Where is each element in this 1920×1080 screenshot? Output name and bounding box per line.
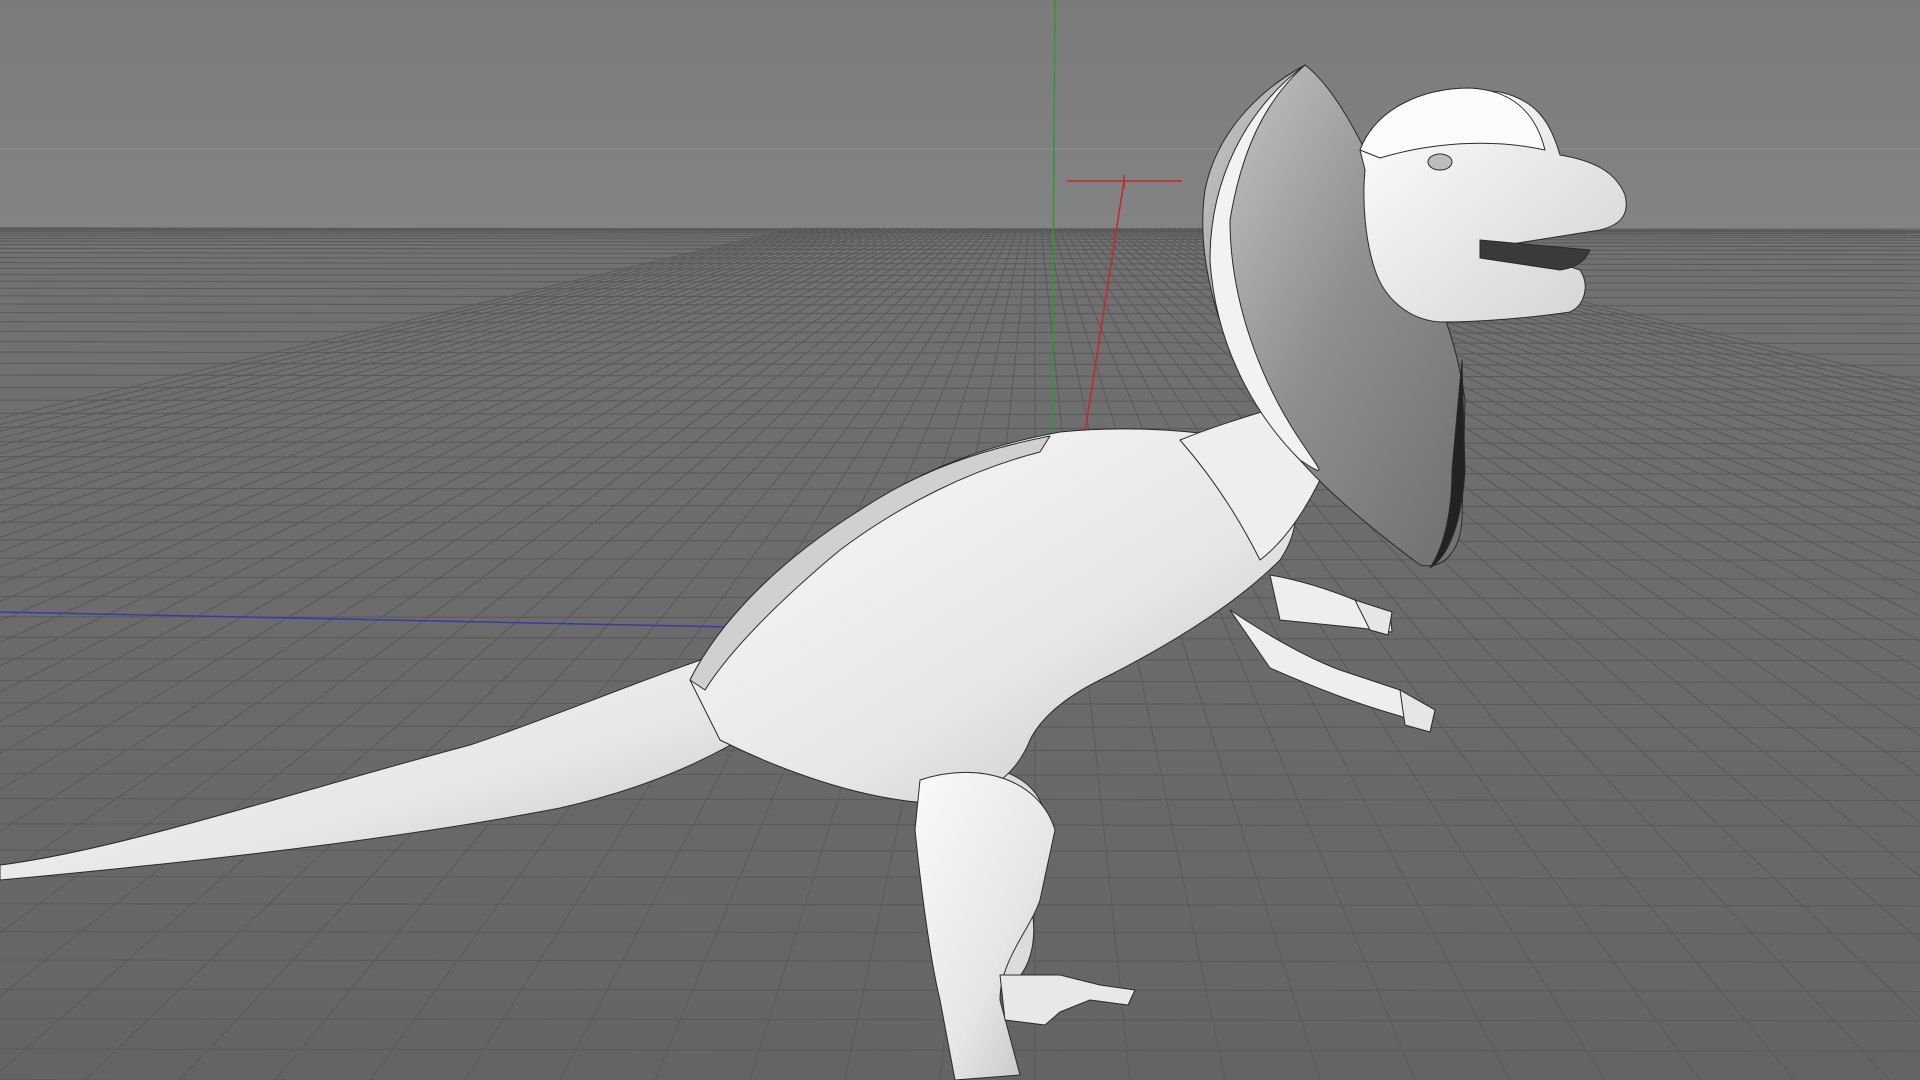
sky-background — [0, 0, 1920, 228]
viewport-canvas[interactable] — [0, 0, 1920, 1080]
eye-icon — [1427, 153, 1453, 171]
3d-viewport[interactable] — [0, 0, 1920, 1080]
